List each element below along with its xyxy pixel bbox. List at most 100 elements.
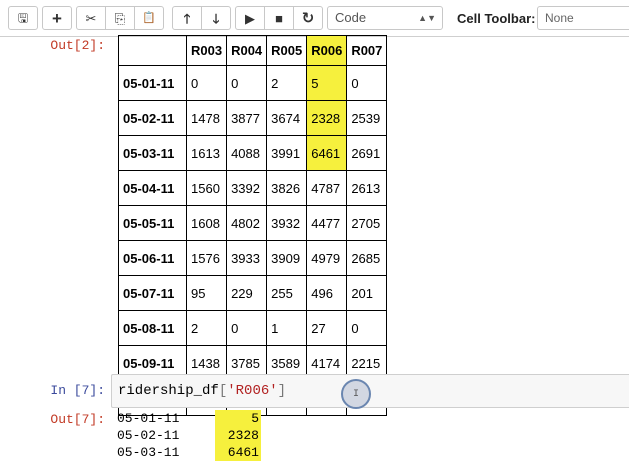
select-arrows-icon: ▲▼	[418, 13, 436, 23]
interrupt-button[interactable]: ■	[264, 6, 294, 30]
series-row: 05-03-11 6461	[117, 444, 262, 461]
table-cell: 0	[185, 65, 228, 101]
table-cell: 0	[346, 310, 388, 346]
column-header: R004	[226, 35, 268, 66]
index-header	[118, 35, 187, 66]
notebook-toolbar: 🖫 + ✂ ⎘ 📋 🡑 🡓 ▶ ■ ↻ Code ▲▼ Cell Toolbar…	[0, 0, 629, 37]
output-prompt-7: Out[7]:	[50, 412, 105, 427]
paste-button[interactable]: 📋	[134, 6, 164, 30]
column-header: R007	[346, 35, 388, 66]
table-cell: 3991	[266, 135, 308, 171]
stop-icon: ■	[275, 10, 283, 26]
cell-type-value: Code	[335, 10, 367, 25]
text-cursor-icon: I	[352, 388, 359, 400]
series-row: 05-02-11 2328	[117, 427, 262, 444]
table-cell: 2685	[346, 240, 388, 276]
table-cell: 4787	[306, 170, 348, 206]
series-index: 05-03-11	[117, 445, 180, 460]
table-cell: 2705	[346, 205, 388, 241]
series-index: 05-02-11	[117, 428, 180, 443]
table-cell-highlighted: 2328	[306, 100, 348, 136]
input-prompt-7: In [7]:	[50, 383, 105, 398]
table-cell: 95	[185, 275, 228, 311]
table-cell: 2539	[346, 100, 388, 136]
table-cell: 3909	[266, 240, 308, 276]
run-icon: ▶	[245, 10, 255, 26]
table-cell: 27	[306, 310, 348, 346]
add-cell-icon: +	[52, 8, 62, 28]
column-header: R003	[185, 35, 228, 66]
table-cell: 496	[306, 275, 348, 311]
table-row: 05-08-11 2 0 1 27 0	[118, 310, 388, 346]
move-down-icon: 🡓	[212, 10, 220, 26]
row-index: 05-03-11	[118, 135, 187, 171]
row-index: 05-06-11	[118, 240, 187, 276]
cell-toolbar-label: Cell Toolbar:	[457, 11, 536, 26]
table-cell: 3392	[226, 170, 268, 206]
row-index: 05-02-11	[118, 100, 187, 136]
table-row: 05-05-11 1608 4802 3932 4477 2705	[118, 205, 388, 241]
series-output: 05-01-11 5 05-02-11 2328 05-03-11 6461	[117, 410, 262, 461]
save-icon: 🖫	[17, 11, 29, 25]
restart-icon: ↻	[301, 9, 315, 27]
table-row: 05-04-11 1560 3392 3826 4787 2613	[118, 170, 388, 206]
table-cell: 201	[346, 275, 388, 311]
add-cell-button[interactable]: +	[42, 6, 72, 30]
output-prompt-2: Out[2]:	[50, 38, 105, 53]
table-cell: 3877	[226, 100, 268, 136]
row-index: 05-08-11	[118, 310, 187, 346]
series-index: 05-01-11	[117, 411, 180, 426]
table-cell: 0	[346, 65, 388, 101]
table-cell-highlighted: 5	[306, 65, 348, 101]
move-up-button[interactable]: 🡑	[172, 6, 202, 30]
row-index: 05-07-11	[118, 275, 187, 311]
table-row: 05-03-11 1613 4088 3991 6461 2691	[118, 135, 388, 171]
series-value: 6461	[215, 444, 261, 461]
table-cell: 1576	[185, 240, 228, 276]
table-cell: 4088	[226, 135, 268, 171]
copy-button[interactable]: ⎘	[105, 6, 135, 30]
run-button[interactable]: ▶	[235, 6, 265, 30]
table-cell: 2691	[346, 135, 388, 171]
series-row: 05-01-11 5	[117, 410, 262, 427]
code-bracket-close: ]	[277, 383, 287, 399]
table-cell: 1613	[185, 135, 228, 171]
table-cell: 1	[266, 310, 308, 346]
cut-button[interactable]: ✂	[76, 6, 106, 30]
table-cell: 2	[266, 65, 308, 101]
cell-type-select[interactable]: Code ▲▼	[327, 6, 443, 30]
table-cell: 4477	[306, 205, 348, 241]
table-cell: 2	[185, 310, 228, 346]
table-row: 05-02-11 1478 3877 3674 2328 2539	[118, 100, 388, 136]
dataframe-table: R003 R004 R005 R006 R007 05-01-11 0 0 2 …	[118, 35, 388, 416]
mouse-cursor-indicator: I	[341, 379, 371, 409]
restart-button[interactable]: ↻	[293, 6, 323, 30]
row-index: 05-01-11	[118, 65, 187, 101]
table-cell: 255	[266, 275, 308, 311]
row-index: 05-05-11	[118, 205, 187, 241]
table-cell: 1478	[185, 100, 228, 136]
table-cell: 3933	[226, 240, 268, 276]
table-cell: 1560	[185, 170, 228, 206]
save-button[interactable]: 🖫	[8, 6, 38, 30]
series-value: 2328	[215, 427, 261, 444]
move-up-icon: 🡑	[183, 10, 191, 26]
table-cell: 0	[226, 310, 268, 346]
series-value: 5	[215, 410, 261, 427]
table-cell: 1608	[185, 205, 228, 241]
cell-toolbar-select[interactable]: None	[537, 6, 629, 30]
table-cell: 229	[226, 275, 268, 311]
code-variable: ridership_df	[118, 383, 219, 399]
copy-icon: ⎘	[114, 10, 126, 26]
table-cell-highlighted: 6461	[306, 135, 348, 171]
table-cell: 3674	[266, 100, 308, 136]
table-cell: 3932	[266, 205, 308, 241]
table-row: 05-06-11 1576 3933 3909 4979 2685	[118, 240, 388, 276]
column-header-highlighted: R006	[306, 35, 348, 66]
table-cell: 4802	[226, 205, 268, 241]
cut-icon: ✂	[85, 10, 97, 26]
move-down-button[interactable]: 🡓	[201, 6, 231, 30]
table-row: 05-07-11 95 229 255 496 201	[118, 275, 388, 311]
table-cell: 4979	[306, 240, 348, 276]
column-header: R005	[266, 35, 308, 66]
